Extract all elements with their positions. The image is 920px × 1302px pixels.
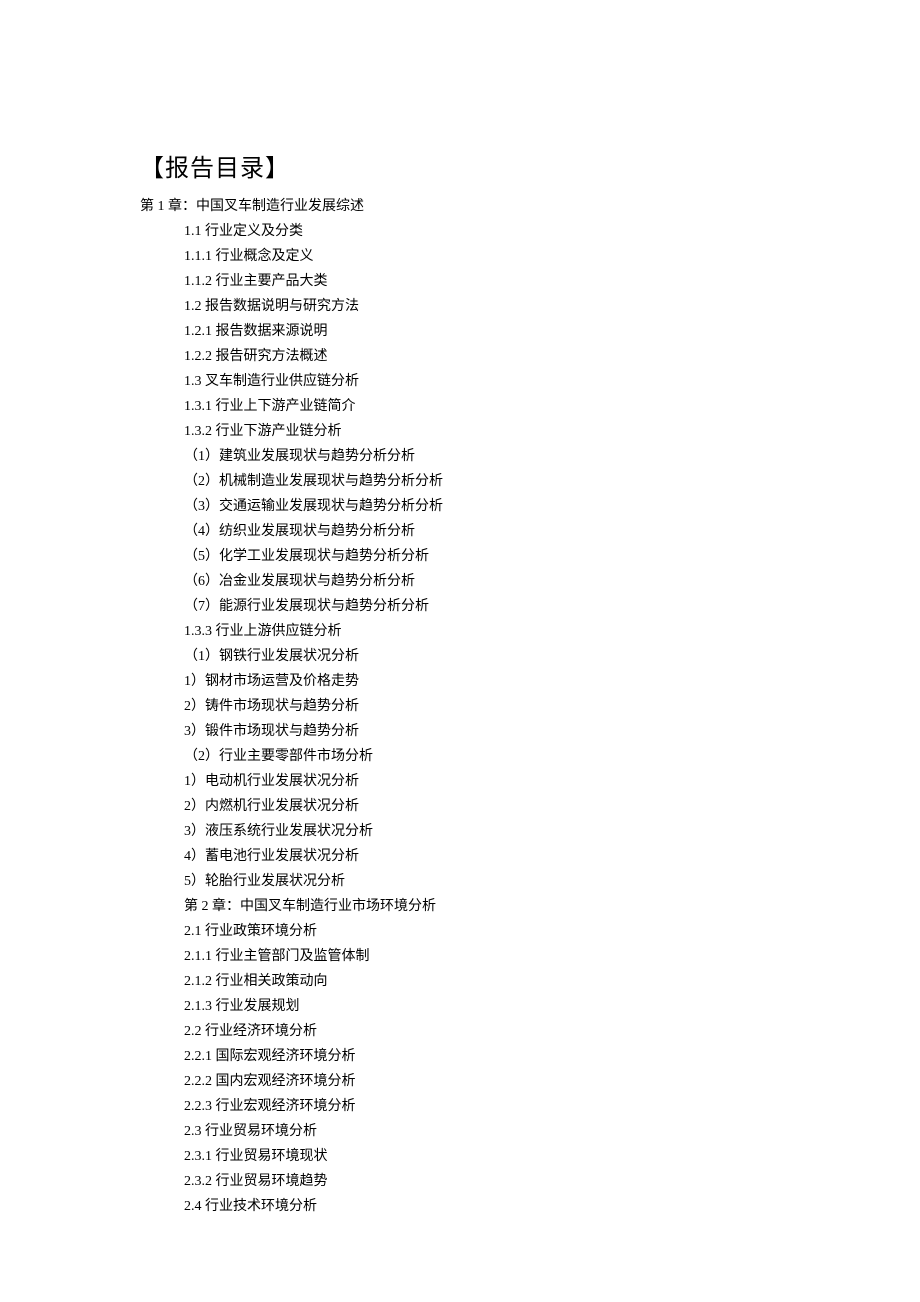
- toc-item: 1）电动机行业发展状况分析: [140, 770, 780, 794]
- toc-item: 2.4 行业技术环境分析: [140, 1195, 780, 1219]
- toc-item: 2）铸件市场现状与趋势分析: [140, 695, 780, 719]
- toc-item: 2）内燃机行业发展状况分析: [140, 795, 780, 819]
- toc-item: 3）锻件市场现状与趋势分析: [140, 720, 780, 744]
- toc-item: 1.2.2 报告研究方法概述: [140, 345, 780, 369]
- toc-item: （1）建筑业发展现状与趋势分析分析: [140, 445, 780, 469]
- toc-item: 2.3.2 行业贸易环境趋势: [140, 1170, 780, 1194]
- toc-item: （6）冶金业发展现状与趋势分析分析: [140, 570, 780, 594]
- toc-item: 1.3.3 行业上游供应链分析: [140, 620, 780, 644]
- chapter-1-heading: 第 1 章：中国叉车制造行业发展综述: [140, 195, 780, 219]
- toc-item: 第 2 章：中国叉车制造行业市场环境分析: [140, 895, 780, 919]
- toc-item: 5）轮胎行业发展状况分析: [140, 870, 780, 894]
- toc-item: （4）纺织业发展现状与趋势分析分析: [140, 520, 780, 544]
- toc-item: 2.1 行业政策环境分析: [140, 920, 780, 944]
- toc-item: 2.3.1 行业贸易环境现状: [140, 1145, 780, 1169]
- toc-item: 2.3 行业贸易环境分析: [140, 1120, 780, 1144]
- toc-item: 2.1.2 行业相关政策动向: [140, 970, 780, 994]
- toc-item: 1.2 报告数据说明与研究方法: [140, 295, 780, 319]
- toc-item: 1.3.2 行业下游产业链分析: [140, 420, 780, 444]
- toc-item: 2.1.1 行业主管部门及监管体制: [140, 945, 780, 969]
- report-toc-title: 【报告目录】: [140, 148, 780, 183]
- toc-item: 1.1.2 行业主要产品大类: [140, 270, 780, 294]
- toc-item: 1.2.1 报告数据来源说明: [140, 320, 780, 344]
- toc-item: 1.3.1 行业上下游产业链简介: [140, 395, 780, 419]
- toc-item: （2）机械制造业发展现状与趋势分析分析: [140, 470, 780, 494]
- toc-item: 1.1 行业定义及分类: [140, 220, 780, 244]
- toc-item: （7）能源行业发展现状与趋势分析分析: [140, 595, 780, 619]
- toc-item: 2.2.2 国内宏观经济环境分析: [140, 1070, 780, 1094]
- toc-item: （3）交通运输业发展现状与趋势分析分析: [140, 495, 780, 519]
- toc-item: 2.2 行业经济环境分析: [140, 1020, 780, 1044]
- toc-item: 1.3 叉车制造行业供应链分析: [140, 370, 780, 394]
- toc-item: 1）钢材市场运营及价格走势: [140, 670, 780, 694]
- toc-item: 3）液压系统行业发展状况分析: [140, 820, 780, 844]
- toc-item: 2.2.3 行业宏观经济环境分析: [140, 1095, 780, 1119]
- toc-item: （1）钢铁行业发展状况分析: [140, 645, 780, 669]
- toc-item: 2.2.1 国际宏观经济环境分析: [140, 1045, 780, 1069]
- toc-item: 4）蓄电池行业发展状况分析: [140, 845, 780, 869]
- toc-item: （5）化学工业发展现状与趋势分析分析: [140, 545, 780, 569]
- toc-item: （2）行业主要零部件市场分析: [140, 745, 780, 769]
- toc-item: 2.1.3 行业发展规划: [140, 995, 780, 1019]
- toc-item: 1.1.1 行业概念及定义: [140, 245, 780, 269]
